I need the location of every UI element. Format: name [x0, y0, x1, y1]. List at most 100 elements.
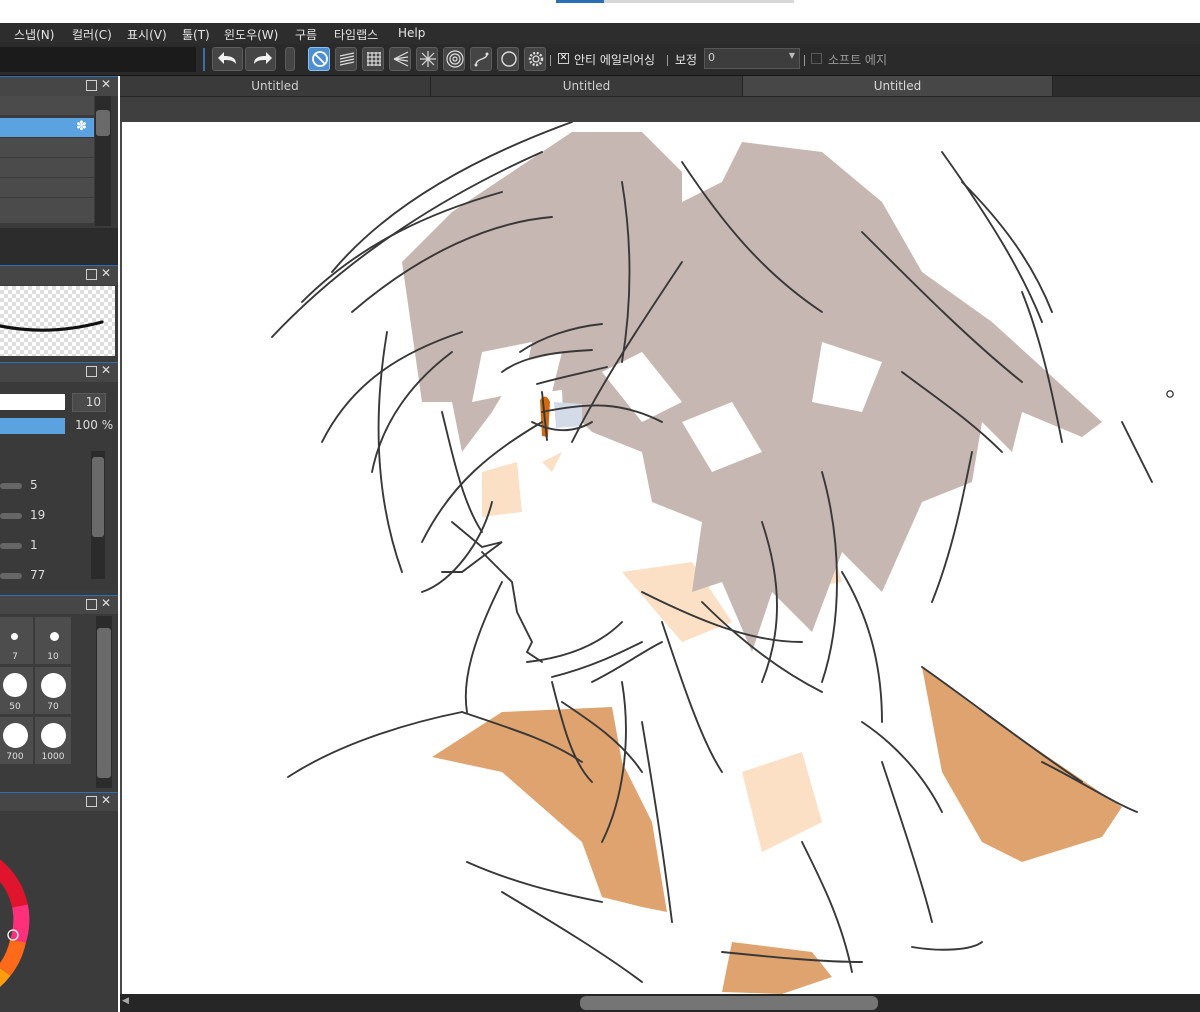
brush-size-scrollbar[interactable] [96, 616, 112, 788]
tab-document-2[interactable]: Untitled [431, 76, 743, 96]
brush-size-scrollbar-thumb[interactable] [97, 628, 111, 778]
layer-row-selected[interactable]: ✽ [0, 118, 94, 138]
brush-size-label: 7 [12, 652, 18, 662]
menu-snap[interactable]: 스냅(N) [14, 26, 54, 43]
antialias-label: 안티 에일리어싱 [574, 53, 656, 67]
param-value: 5 [30, 478, 38, 492]
brush-preview-header: ✕ [0, 265, 118, 285]
layers-scrollbar[interactable] [95, 96, 111, 226]
correction-dropdown[interactable]: 0 ▼ [704, 48, 800, 69]
param-slider[interactable] [0, 573, 22, 579]
brush-size-cell[interactable]: 7 [0, 616, 34, 665]
brush-control-scrollbar[interactable] [91, 451, 105, 579]
redo-button[interactable] [245, 47, 276, 71]
snap-radial-button[interactable] [416, 47, 438, 71]
param-slider[interactable] [0, 483, 22, 489]
canvas-scrollbar-thumb[interactable] [580, 996, 878, 1010]
layers-panel-header: ✕ [0, 76, 118, 96]
popout-icon[interactable] [86, 269, 97, 280]
layers-scrollbar-thumb[interactable] [96, 110, 110, 136]
snap-vanishing-button[interactable] [389, 47, 411, 71]
color-panel [0, 811, 118, 1012]
menu-window[interactable]: 윈도우(W) [224, 26, 278, 43]
parallel-lines-icon [339, 52, 355, 66]
brush-size-cell[interactable]: 700 [0, 716, 34, 765]
undo-button[interactable] [212, 47, 243, 71]
ellipse-icon [501, 51, 517, 67]
opacity-value[interactable]: 100 % [75, 418, 113, 432]
menu-view[interactable]: 표시(V) [127, 26, 167, 43]
document-tabbar: Untitled Untitled Untitled [120, 76, 1200, 96]
popout-icon[interactable] [86, 80, 97, 91]
brush-control-panel: 10 100 % 5 19 1 77 [0, 385, 118, 590]
drawing-canvas[interactable] [122, 122, 1200, 994]
snap-grid-button[interactable] [362, 47, 384, 71]
antialias-checkbox[interactable]: ✕ [558, 53, 569, 64]
layer-settings-gear-icon[interactable]: ✽ [76, 119, 87, 134]
param-slider[interactable] [0, 543, 22, 549]
brush-size-bar[interactable] [0, 394, 65, 410]
close-icon[interactable]: ✕ [101, 596, 111, 610]
scroll-left-icon[interactable]: ◀ [122, 996, 129, 1006]
snap-off-icon [312, 51, 328, 67]
soft-edge-checkbox[interactable] [811, 53, 822, 64]
param-value: 1 [30, 538, 38, 552]
popout-icon[interactable] [86, 796, 97, 807]
snap-settings-button[interactable] [524, 47, 546, 71]
param-value: 77 [30, 568, 46, 582]
brush-size-value[interactable]: 10 [72, 393, 106, 412]
close-icon[interactable]: ✕ [101, 363, 111, 377]
close-icon[interactable]: ✕ [101, 266, 111, 280]
popout-icon[interactable] [86, 366, 97, 377]
close-icon[interactable]: ✕ [101, 793, 111, 807]
brush-size-label: 50 [9, 702, 21, 712]
snap-concentric-button[interactable] [443, 47, 465, 71]
brush-size-label: 70 [47, 702, 59, 712]
correction-value: 0 [708, 51, 715, 64]
menu-color[interactable]: 컬러(C) [72, 26, 112, 43]
color-wheel-icon[interactable] [0, 811, 118, 1012]
menu-help[interactable]: Help [398, 26, 425, 40]
tab-document-1[interactable]: Untitled [120, 76, 431, 96]
sketch-artwork [271, 122, 1174, 994]
close-icon[interactable]: ✕ [101, 77, 111, 91]
layer-row[interactable] [0, 178, 94, 198]
snap-ellipse-button[interactable] [497, 47, 519, 71]
brush-control-scrollbar-thumb[interactable] [92, 457, 104, 537]
brush-size-cell[interactable]: 70 [34, 666, 72, 715]
redo-icon [254, 52, 272, 64]
correction-label: 보정 [675, 53, 698, 67]
canvas-horizontal-scrollbar[interactable]: ◀ [120, 994, 1200, 1012]
chevron-down-icon: ▼ [788, 51, 795, 60]
brush-control-header: ✕ [0, 362, 118, 382]
brush-size-cell[interactable]: 1000 [34, 716, 72, 765]
layer-row[interactable] [0, 138, 94, 158]
snap-curve-button[interactable] [470, 47, 492, 71]
snap-parallel-button[interactable] [335, 47, 357, 71]
layer-row[interactable] [0, 198, 94, 224]
toolbar-grip[interactable] [285, 47, 295, 71]
opacity-bar[interactable] [0, 418, 65, 434]
undo-icon [218, 52, 236, 64]
param-slider[interactable] [0, 513, 22, 519]
popout-icon[interactable] [86, 599, 97, 610]
tab-document-3[interactable]: Untitled [743, 76, 1053, 96]
brush-size-cell[interactable]: 50 [0, 666, 34, 715]
brush-cursor-icon [1166, 390, 1174, 398]
menu-timelapse[interactable]: 타임랩스 [334, 26, 378, 43]
brush-size-grid: 7 10 50 70 700 1000 [0, 614, 118, 792]
toolbar: ✕ 안티 에일리어싱 보정 소프트 에지 [0, 44, 1200, 76]
gear-icon [528, 51, 544, 67]
layer-row[interactable] [0, 96, 94, 116]
page-indicator [604, 0, 794, 3]
menu-tool[interactable]: 툴(T) [182, 26, 210, 43]
snap-off-button[interactable] [308, 47, 330, 71]
concentric-circles-icon [446, 50, 464, 68]
menu-cloud[interactable]: 구름 [295, 26, 317, 43]
curve-icon [474, 52, 489, 67]
brush-stroke-icon [0, 320, 104, 332]
toolbar-divider [804, 55, 805, 66]
layer-row[interactable] [0, 158, 94, 178]
toolbar-left-area [0, 47, 196, 72]
brush-size-cell[interactable]: 10 [34, 616, 72, 665]
